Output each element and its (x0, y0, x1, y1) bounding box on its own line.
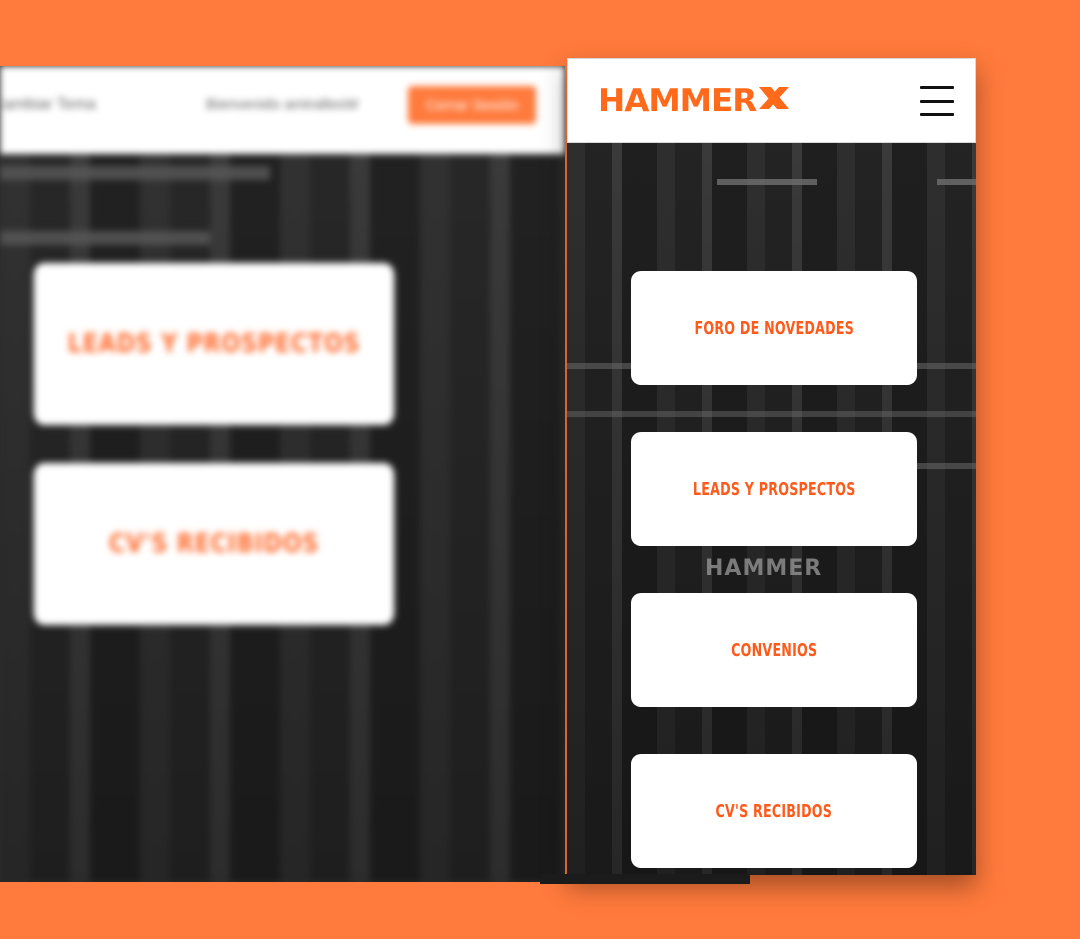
ceiling-light (717, 179, 817, 185)
welcome-text: Bienvenido amirallesW (206, 96, 359, 113)
card-cvs-recibidos[interactable]: CV'S RECIBIDOS (631, 754, 917, 868)
logout-button[interactable]: Cerrar Sesión (408, 86, 536, 124)
menu-line (920, 113, 954, 116)
ceiling-beam (0, 166, 270, 180)
ceiling-light (937, 179, 976, 185)
desktop-card-leads[interactable]: LEADS Y PROSPECTOS (33, 263, 395, 425)
card-foro-de-novedades[interactable]: FORO DE NOVEDADES (631, 271, 917, 385)
menu-line (920, 86, 954, 89)
card-convenios[interactable]: CONVENIOS (631, 593, 917, 707)
x-mark-icon (758, 87, 789, 109)
desktop-preview: Cambiar Tema Bienvenido amirallesW Cerra… (0, 66, 565, 882)
desktop-preview-content: Cambiar Tema Bienvenido amirallesW Cerra… (0, 66, 565, 882)
card-label: CONVENIOS (730, 639, 818, 661)
ceiling-beam (567, 411, 976, 417)
desktop-header: Cambiar Tema Bienvenido amirallesW Cerra… (0, 66, 565, 154)
card-label: FORO DE NOVEDADES (694, 317, 854, 339)
mobile-screen: HAMMER HAMMER FORO DE NOVEDADES LEADS Y … (567, 58, 976, 875)
card-label: LEADS Y PROSPECTOS (692, 478, 856, 500)
hamburger-menu-icon[interactable] (920, 86, 954, 116)
logo-x-mark (757, 83, 791, 119)
card-leads-y-prospectos[interactable]: LEADS Y PROSPECTOS (631, 432, 917, 546)
logo-wordmark: HAMMER (598, 83, 757, 119)
hammer-x-logo[interactable]: HAMMER (598, 81, 791, 121)
menu-line (920, 99, 954, 103)
ceiling-beam (0, 231, 210, 245)
mobile-header: HAMMER (567, 58, 976, 143)
theme-toggle-link[interactable]: Cambiar Tema (0, 96, 96, 114)
shadow-bar (540, 874, 750, 884)
card-label: CV'S RECIBIDOS (715, 800, 833, 822)
wall-sign-text: HAMMER (705, 556, 823, 581)
desktop-card-cvs[interactable]: CV'S RECIBIDOS (33, 463, 395, 625)
